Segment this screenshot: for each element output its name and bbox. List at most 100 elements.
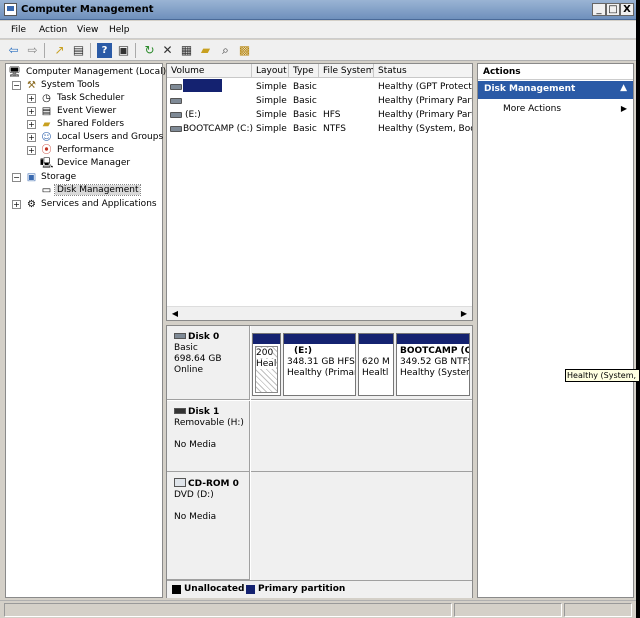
- disk-name: Disk 1: [188, 407, 220, 417]
- actions-section-disk-management[interactable]: Disk Management ▲: [478, 81, 633, 99]
- clock-icon: ◷: [42, 93, 51, 104]
- partition-status: Healthy (System: [400, 368, 470, 378]
- table-cell-status: Healthy (Primary Partiti: [378, 110, 472, 120]
- table-cell-layout: Simple: [256, 110, 287, 120]
- column-header-volume[interactable]: Volume: [167, 64, 252, 78]
- menu-action[interactable]: Action: [39, 25, 67, 35]
- close-button[interactable]: X: [620, 3, 634, 16]
- expand-icon[interactable]: +: [27, 120, 36, 129]
- disk-type: Basic: [174, 343, 198, 353]
- forward-icon[interactable]: ⇨: [25, 43, 40, 58]
- open-icon[interactable]: ▰: [198, 43, 213, 58]
- partition-efi[interactable]: 200 Heal: [252, 333, 281, 396]
- table-cell-type: Basic: [293, 82, 317, 92]
- disk-management-icon: ▭: [41, 185, 52, 196]
- actions-header: Actions: [478, 64, 633, 80]
- toolbar-separator: [90, 43, 91, 58]
- device-manager-icon: 🖳: [40, 158, 54, 169]
- primary-partition-bar: [359, 334, 393, 344]
- drive-icon: [170, 126, 182, 132]
- column-header-layout[interactable]: Layout: [252, 64, 289, 78]
- actions-pane: Actions Disk Management ▲ More Actions ▶: [477, 63, 634, 598]
- refresh-icon[interactable]: ↻: [142, 43, 157, 58]
- menu-view[interactable]: View: [77, 25, 98, 35]
- event-viewer-icon: ▤: [41, 106, 52, 117]
- partition-size: 348.31 GB HFS: [287, 357, 355, 367]
- collapse-icon[interactable]: −: [12, 173, 21, 182]
- hard-disk-icon: [174, 333, 186, 339]
- show-hide-tree-icon[interactable]: ▤: [71, 43, 86, 58]
- disk-wizard-icon[interactable]: ▩: [237, 43, 252, 58]
- drive-icon: [170, 98, 182, 104]
- more-actions-item[interactable]: More Actions ▶: [478, 101, 633, 117]
- table-cell-type: Basic: [293, 96, 317, 106]
- shared-folder-icon: ▰: [42, 119, 51, 130]
- partition-size: 349.52 GB NTFS: [400, 357, 470, 367]
- partition-status: Healthy (Primar: [287, 368, 356, 378]
- actions-section-label: Disk Management: [484, 84, 576, 94]
- minimize-button[interactable]: _: [592, 3, 606, 16]
- help-icon[interactable]: ?: [97, 43, 112, 58]
- column-header-type[interactable]: Type: [289, 64, 319, 78]
- partition-e[interactable]: (E:) 348.31 GB HFS Healthy (Primar: [283, 333, 356, 396]
- drive-icon: [170, 84, 182, 90]
- partition-size: 620 M: [362, 357, 390, 367]
- delete-icon[interactable]: ✕: [160, 43, 175, 58]
- partition-bootcamp[interactable]: BOOTCAMP (C 349.52 GB NTFS Healthy (Syst…: [396, 333, 470, 396]
- window-title: Computer Management: [21, 4, 154, 15]
- menu-file[interactable]: File: [11, 25, 26, 35]
- table-cell-layout: Simple: [256, 124, 287, 134]
- properties-icon[interactable]: ▦: [179, 43, 194, 58]
- partition-info: 200 Heal: [253, 344, 280, 370]
- disk-type: Removable (H:): [174, 418, 244, 428]
- legend-unallocated: Unallocated: [184, 584, 245, 594]
- cdrom-0-label[interactable]: CD-ROM 0 DVD (D:) No Media: [167, 472, 250, 580]
- collapse-up-icon[interactable]: ▲: [620, 83, 627, 93]
- computer-management-window: Computer Management _ □ X File Action Vi…: [0, 0, 636, 618]
- expand-icon[interactable]: +: [27, 133, 36, 142]
- column-header-status[interactable]: Status: [374, 64, 472, 78]
- partition-info: BOOTCAMP (C 349.52 GB NTFS Healthy (Syst…: [397, 344, 469, 379]
- partition-status: Heal: [256, 359, 277, 369]
- drive-icon: [170, 112, 182, 118]
- maximize-button[interactable]: □: [606, 3, 620, 16]
- toolbar: ⇦ ⇨ ↗ ▤ ? ▣ ↻ ✕ ▦ ▰ ⌕ ▩: [0, 40, 636, 61]
- scroll-right-icon[interactable]: ▶: [458, 308, 470, 320]
- disk-state: No Media: [174, 440, 217, 450]
- up-folder-icon[interactable]: ↗: [52, 43, 67, 58]
- legend-primary-partition: Primary partition: [258, 584, 346, 594]
- tools-icon: ⚒: [27, 80, 36, 91]
- expand-icon[interactable]: +: [27, 94, 36, 103]
- back-icon[interactable]: ⇦: [6, 43, 21, 58]
- expand-icon[interactable]: +: [12, 200, 21, 209]
- search-icon[interactable]: ⌕: [218, 43, 233, 58]
- computer-management-icon: [4, 3, 17, 16]
- disk-0-partitions: 200 Heal (E:) 348.31 GB HFS Healthy (Pri…: [251, 326, 472, 400]
- table-cell-status: Healthy (Primary Partiti: [378, 96, 472, 106]
- menu-help[interactable]: Help: [109, 25, 130, 35]
- status-tooltip: Healthy (System, B: [565, 369, 640, 382]
- primary-partition-bar: [284, 334, 355, 344]
- disk-1-area: [251, 401, 472, 472]
- horizontal-scrollbar[interactable]: ◀ ▶: [167, 306, 472, 320]
- primary-partition-bar: [253, 334, 280, 344]
- scroll-left-icon[interactable]: ◀: [169, 308, 181, 320]
- partition-recovery[interactable]: 620 M Healtl: [358, 333, 394, 396]
- cdrom-icon: [174, 478, 186, 487]
- storage-icon: ▣: [26, 172, 37, 183]
- submenu-arrow-icon: ▶: [620, 104, 627, 113]
- disk-state: No Media: [174, 512, 217, 522]
- table-cell-file-system: NTFS: [323, 124, 346, 134]
- disk-0-label[interactable]: Disk 0 Basic 698.64 GB Online: [167, 326, 250, 400]
- expand-icon[interactable]: +: [27, 107, 36, 116]
- console-icon[interactable]: ▣: [116, 43, 131, 58]
- expand-icon[interactable]: +: [27, 146, 36, 155]
- status-segment: [4, 603, 452, 617]
- title-bar[interactable]: Computer Management _ □ X: [0, 0, 636, 20]
- status-bar: [0, 600, 636, 618]
- disk-1-label[interactable]: Disk 1 Removable (H:) No Media: [167, 401, 250, 472]
- table-cell-status: Healthy (GPT Protective: [378, 82, 472, 92]
- partition-info: 620 M Healtl: [359, 344, 393, 379]
- column-header-file-system[interactable]: File System: [319, 64, 374, 78]
- collapse-icon[interactable]: −: [12, 81, 21, 90]
